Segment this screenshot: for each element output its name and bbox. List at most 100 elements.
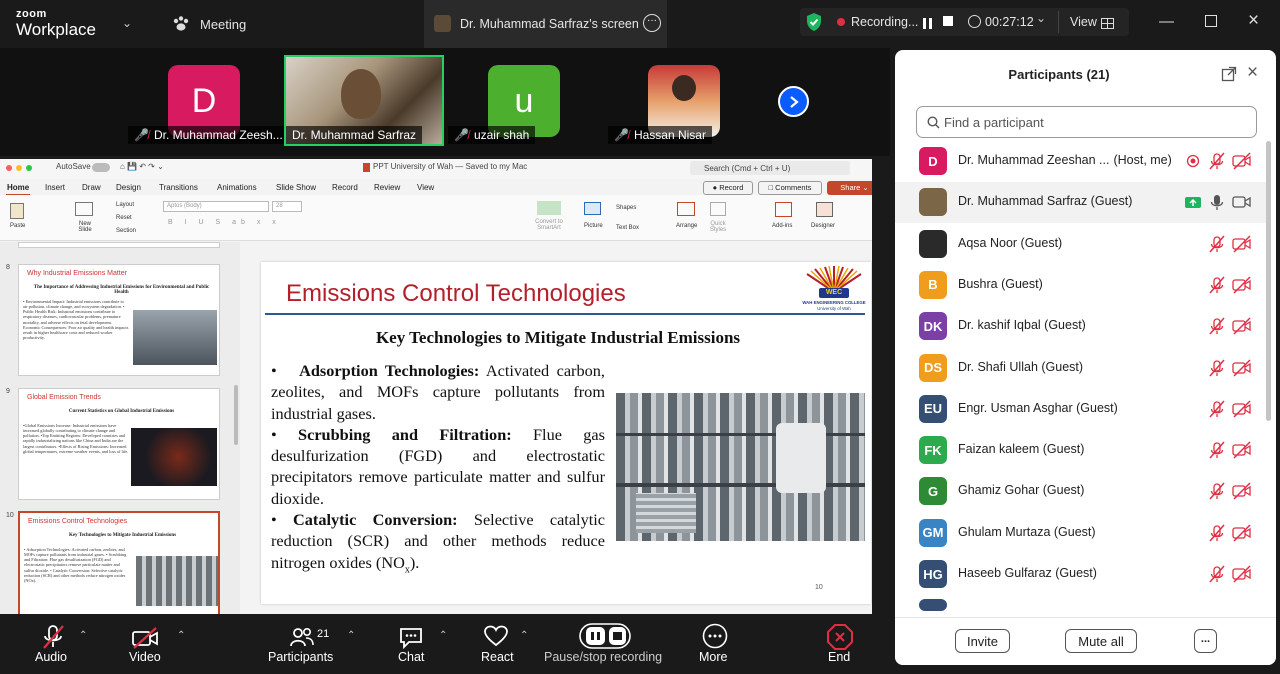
popout-icon[interactable] <box>1221 66 1237 87</box>
more-options-icon[interactable]: ··· <box>643 14 661 32</box>
camera-off-icon[interactable] <box>1232 482 1251 500</box>
participant-row[interactable]: HG Haseeb Gulfaraz (Guest) <box>895 554 1267 595</box>
reset-label[interactable]: Reset <box>116 215 132 221</box>
thumb-slide-8[interactable]: Why Industrial Emissions Matter The Impo… <box>18 264 220 376</box>
thumbs-scrollbar[interactable] <box>234 385 238 445</box>
thumb-slide-10-selected[interactable]: Emissions Control Technologies Key Techn… <box>18 511 220 614</box>
designer-icon[interactable] <box>816 202 833 217</box>
mic-muted-icon[interactable] <box>1208 276 1226 294</box>
camera-off-icon[interactable] <box>1232 152 1251 170</box>
participants-chevron-icon[interactable]: ⌃ <box>347 630 355 641</box>
tab-transitions[interactable]: Transitions <box>159 183 198 192</box>
timer-chevron-icon[interactable]: ⌄ <box>1036 11 1046 25</box>
mic-muted-icon[interactable] <box>1208 235 1226 253</box>
format-buttons[interactable]: B I U S ab x x <box>168 219 281 226</box>
mic-on-icon[interactable] <box>1208 193 1226 211</box>
thumb-slide-9[interactable]: Global Emission Trends Current Statistic… <box>18 388 220 500</box>
tab-home[interactable]: Home <box>7 183 29 192</box>
participant-row[interactable]: G Ghamiz Gohar (Guest) <box>895 471 1267 512</box>
camera-off-icon[interactable] <box>1232 276 1251 294</box>
ppt-search-box[interactable]: Search (Cmd + Ctrl + U) <box>690 161 850 175</box>
quick-styles-icon[interactable] <box>710 202 726 216</box>
react-label[interactable]: React <box>481 650 514 664</box>
participants-label[interactable]: Participants <box>268 650 333 664</box>
app-menu-chevron-icon[interactable]: ⌄ <box>122 16 132 30</box>
minimize-icon[interactable]: — <box>1159 13 1174 30</box>
video-label[interactable]: Video <box>129 650 161 664</box>
picture-icon[interactable] <box>584 202 601 215</box>
tab-slide-show[interactable]: Slide Show <box>276 183 316 192</box>
mic-muted-icon[interactable] <box>1208 482 1226 500</box>
tab-record[interactable]: Record <box>332 183 358 192</box>
video-options-chevron-icon[interactable]: ⌃ <box>177 630 185 641</box>
end-label[interactable]: End <box>828 650 850 664</box>
participant-row[interactable]: Dr. Muhammad Sarfraz (Guest) <box>895 182 1267 224</box>
more-options-button[interactable]: ... <box>1194 629 1217 653</box>
chat-chevron-icon[interactable]: ⌃ <box>439 630 447 641</box>
mac-close-dot[interactable] <box>6 165 12 171</box>
mic-muted-icon[interactable] <box>1208 152 1226 170</box>
invite-button[interactable]: Invite <box>955 629 1010 653</box>
mac-max-dot[interactable] <box>26 165 32 171</box>
mic-muted-icon[interactable] <box>1208 524 1226 542</box>
camera-off-icon[interactable] <box>1232 565 1251 583</box>
mic-muted-icon[interactable] <box>1208 317 1226 335</box>
smartart-icon[interactable] <box>537 201 561 215</box>
participant-row[interactable]: FK Faizan kaleem (Guest) <box>895 430 1267 471</box>
tab-view[interactable]: View <box>417 183 434 192</box>
camera-off-icon[interactable] <box>1232 235 1251 253</box>
participant-row[interactable]: EU Engr. Usman Asghar (Guest) <box>895 389 1267 430</box>
view-button[interactable]: View <box>1070 15 1097 29</box>
participant-row-partial[interactable] <box>895 595 1267 612</box>
comments-button[interactable]: □ Comments <box>758 181 822 195</box>
close-panel-icon[interactable]: × <box>1247 62 1258 84</box>
quick-access-icons[interactable]: ⌂ 💾 ↶ ↷ ⌄ <box>120 162 164 171</box>
paste-clipboard-icon[interactable] <box>10 203 24 219</box>
tab-review[interactable]: Review <box>374 183 400 192</box>
participants-icon[interactable] <box>289 626 315 653</box>
list-scrollbar[interactable] <box>1266 141 1271 421</box>
participant-search-input[interactable]: Find a participant <box>916 106 1257 138</box>
meeting-label[interactable]: Meeting <box>200 17 246 32</box>
more-label[interactable]: More <box>699 650 727 664</box>
shapes-label[interactable]: Shapes <box>616 205 636 211</box>
camera-off-icon[interactable] <box>1232 317 1251 335</box>
mac-min-dot[interactable] <box>16 165 22 171</box>
mic-muted-icon[interactable] <box>1208 400 1226 418</box>
next-page-arrow-icon[interactable] <box>778 86 809 117</box>
text-box-label[interactable]: Text Box <box>616 225 639 231</box>
tab-design[interactable]: Design <box>116 183 141 192</box>
mute-all-button[interactable]: Mute all <box>1065 629 1137 653</box>
camera-off-icon[interactable] <box>1232 524 1251 542</box>
thumb-7-partial[interactable] <box>18 242 220 248</box>
audio-label[interactable]: Audio <box>35 650 67 664</box>
stop-recording-icon[interactable] <box>943 16 953 26</box>
layout-label[interactable]: Layout <box>116 202 134 208</box>
font-size-select[interactable]: 28 <box>272 201 302 212</box>
font-family-select[interactable]: Aptos (Body) <box>163 201 269 212</box>
autosave-toggle[interactable] <box>92 163 110 172</box>
section-label[interactable]: Section <box>116 228 136 234</box>
screen-share-tab[interactable]: Dr. Muhammad Sarfraz's screen ··· <box>424 0 667 48</box>
tab-draw[interactable]: Draw <box>82 183 101 192</box>
camera-off-icon[interactable] <box>1232 358 1251 377</box>
maximize-icon[interactable] <box>1205 15 1217 27</box>
record-button[interactable]: ● Record <box>703 181 753 195</box>
participant-row[interactable]: B Bushra (Guest) <box>895 265 1267 306</box>
mic-muted-icon[interactable] <box>1208 359 1226 377</box>
view-grid-icon[interactable] <box>1101 16 1114 34</box>
participant-row[interactable]: Aqsa Noor (Guest) <box>895 224 1267 265</box>
react-chevron-icon[interactable]: ⌃ <box>520 630 528 641</box>
camera-on-icon[interactable] <box>1232 193 1251 211</box>
new-slide-icon[interactable] <box>75 202 93 216</box>
react-heart-icon[interactable] <box>483 625 509 652</box>
pause-recording-icon[interactable] <box>923 16 932 29</box>
close-window-icon[interactable]: × <box>1248 10 1259 32</box>
participant-row[interactable]: DK Dr. kashif Iqbal (Guest) <box>895 306 1267 347</box>
tab-animations[interactable]: Animations <box>217 183 257 192</box>
participant-row[interactable]: DS Dr. Shafi Ullah (Guest) <box>895 348 1267 389</box>
tab-insert[interactable]: Insert <box>45 183 65 192</box>
participant-row[interactable]: GM Ghulam Murtaza (Guest) <box>895 513 1267 554</box>
mic-muted-icon[interactable] <box>1208 565 1226 583</box>
addins-icon[interactable] <box>775 202 792 217</box>
